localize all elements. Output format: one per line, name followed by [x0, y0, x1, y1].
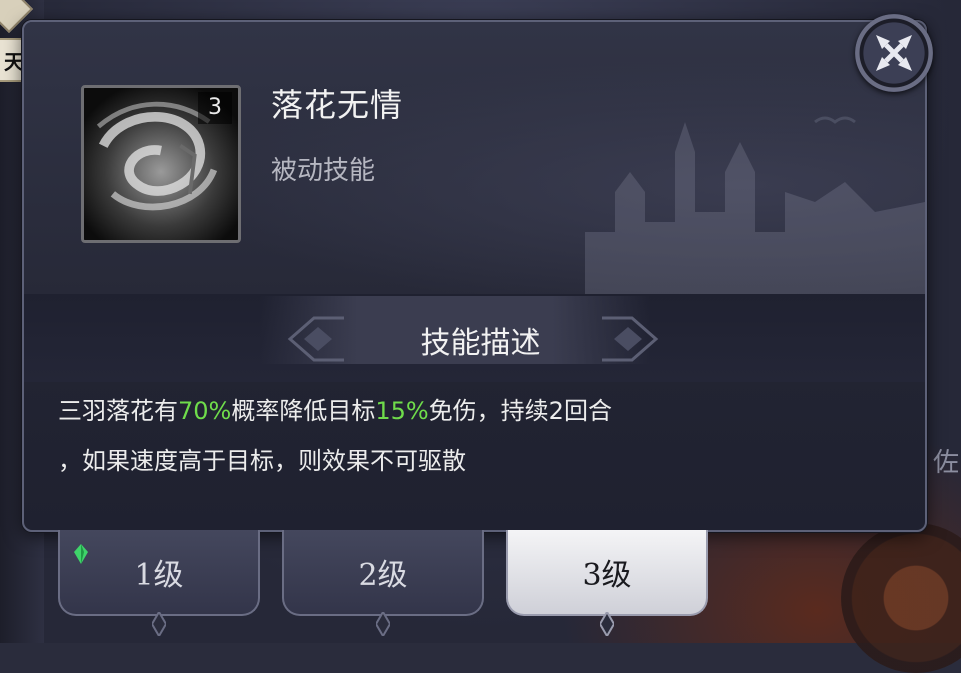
skill-level-badge: 3 [198, 92, 232, 124]
tab-level-1[interactable]: 1级 [58, 530, 260, 636]
skill-icon: 3 [81, 85, 241, 243]
tab-label: 2级 [358, 558, 408, 593]
description-highlight: 70% [178, 397, 232, 425]
description-line-2: ，如果速度高于目标，则效果不可驱散 [58, 447, 466, 475]
castle-silhouette-icon [585, 116, 925, 294]
tab-pin-icon [152, 612, 166, 636]
tab-pin-icon [600, 612, 614, 636]
section-title: 技能描述 [420, 326, 541, 361]
tab-pin-icon [376, 612, 390, 636]
skill-name: 落花无情 [271, 86, 404, 124]
description-line-1: 三羽落花有70%概率降低目标15%免伤，持续2回合 [58, 386, 858, 436]
close-x-icon [876, 35, 912, 71]
corner-tab-label: 天 [4, 49, 24, 74]
tab-level-3[interactable]: 3级 [506, 530, 708, 636]
description-text: 三羽落花有 [58, 397, 178, 425]
green-gem-icon [74, 544, 88, 564]
close-button[interactable] [855, 14, 933, 92]
tab-label: 1级 [134, 558, 184, 593]
skill-type: 被动技能 [271, 156, 376, 186]
tab-level-2[interactable]: 2级 [282, 530, 484, 636]
description-highlight: 15% [375, 397, 429, 425]
description-text: 概率降低目标 [231, 397, 376, 425]
skill-description: 三羽落花有70%概率降低目标15%免伤，持续2回合 ，如果速度高于目标，则效果不… [58, 386, 858, 486]
tab-label: 3级 [582, 558, 632, 593]
partial-side-label: 佐 [932, 448, 959, 478]
level-tabs: 1级 2级 3级 [58, 530, 718, 643]
description-text: 免伤，持续2回合 [428, 397, 612, 425]
